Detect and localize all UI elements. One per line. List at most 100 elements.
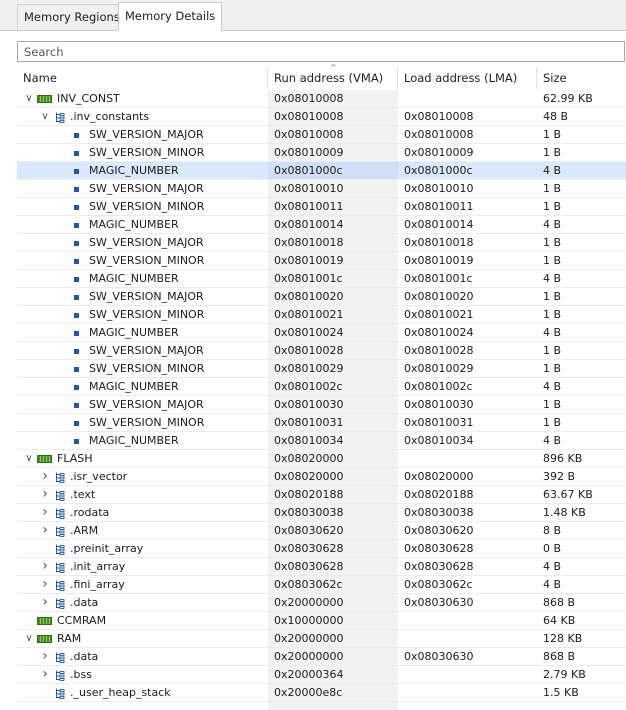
table-row[interactable]: › .data 0x20000000 0x08030630 868 B <box>17 594 626 612</box>
table-row[interactable]: SW_VERSION_MAJOR 0x08010028 0x08010028 1 B <box>17 342 626 360</box>
chevron-right-icon[interactable]: › <box>39 504 51 521</box>
size-cell: 1 B <box>543 308 562 321</box>
run-address-cell: 0x08010008 <box>268 90 398 107</box>
row-name: MAGIC_NUMBER <box>89 218 179 231</box>
table-row[interactable]: SW_VERSION_MAJOR 0x08010008 0x08010008 1 B <box>17 126 626 144</box>
chevron-right-icon[interactable]: › <box>39 468 51 485</box>
column-header-name[interactable]: Name <box>17 67 268 89</box>
load-address-cell: 0x08010009 <box>404 146 474 159</box>
chevron-down-icon[interactable]: ∨ <box>23 630 35 647</box>
table-row[interactable]: › .bss 0x20000364 2.79 KB <box>17 666 626 684</box>
table-row[interactable]: ∨ .inv_constants 0x08010008 0x08010008 48 B <box>17 108 626 126</box>
column-header-lma[interactable]: Load address (LMA) <box>398 67 537 89</box>
table-row[interactable]: SW_VERSION_MINOR 0x08010009 0x08010009 1 B <box>17 144 626 162</box>
load-address-cell: 0x08010014 <box>404 218 474 231</box>
symbol-icon <box>74 133 79 138</box>
table-row[interactable]: › .text 0x08020188 0x08020188 63.67 KB <box>17 486 626 504</box>
row-name: SW_VERSION_MAJOR <box>89 344 204 357</box>
table-row[interactable]: › .rodata 0x08030038 0x08030038 1.48 KB <box>17 504 626 522</box>
name-cell: SW_VERSION_MAJOR <box>17 396 268 413</box>
table-row[interactable]: SW_VERSION_MAJOR 0x08010030 0x08010030 1 B <box>17 396 626 414</box>
table-row[interactable]: SW_VERSION_MINOR 0x08010011 0x08010011 1 B <box>17 198 626 216</box>
chevron-right-icon[interactable]: › <box>39 594 51 611</box>
symbol-icon <box>74 151 79 156</box>
table-row[interactable]: ∨ INV_CONST 0x08010008 62.99 KB <box>17 90 626 108</box>
name-cell: › .ARM <box>17 522 268 539</box>
load-address-cell: 0x08030038 <box>404 506 474 519</box>
run-address-cell: 0x08010034 <box>268 432 398 449</box>
row-name: ._user_heap_stack <box>70 686 171 699</box>
load-address-cell: 0x08030628 <box>404 560 474 573</box>
run-address-cell: 0x20000364 <box>268 666 398 683</box>
run-address-cell: 0x08010008 <box>268 108 398 125</box>
run-address-cell: 0x08010010 <box>268 180 398 197</box>
chevron-right-icon[interactable]: › <box>39 558 51 575</box>
name-cell: SW_VERSION_MINOR <box>17 198 268 215</box>
size-cell: 4 B <box>543 434 562 447</box>
load-address-cell: 0x08030630 <box>404 596 474 609</box>
memory-region-icon <box>37 635 52 643</box>
size-cell: 4 B <box>543 560 562 573</box>
chevron-right-icon[interactable]: › <box>39 486 51 503</box>
table-row[interactable]: MAGIC_NUMBER 0x0801001c 0x0801001c 4 B <box>17 270 626 288</box>
load-address-cell: 0x0801001c <box>404 272 473 285</box>
name-cell: › .data <box>17 594 268 611</box>
chevron-right-icon[interactable]: › <box>39 576 51 593</box>
chevron-right-icon[interactable]: › <box>39 666 51 683</box>
size-cell: 2.79 KB <box>543 668 586 681</box>
table-row[interactable]: MAGIC_NUMBER 0x0801000c 0x0801000c 4 B <box>17 162 626 180</box>
size-cell: 1 B <box>543 254 562 267</box>
row-name: SW_VERSION_MINOR <box>89 308 205 321</box>
table-row[interactable]: › .init_array 0x08030628 0x08030628 4 B <box>17 558 626 576</box>
chevron-down-icon[interactable]: ∨ <box>23 90 35 107</box>
size-cell: 48 B <box>543 110 569 123</box>
run-address-cell: 0x08010029 <box>268 360 398 377</box>
load-address-cell <box>398 90 537 107</box>
table-row[interactable]: SW_VERSION_MINOR 0x08010019 0x08010019 1 B <box>17 252 626 270</box>
row-name: .inv_constants <box>70 110 150 123</box>
table-row[interactable]: SW_VERSION_MINOR 0x08010029 0x08010029 1 B <box>17 360 626 378</box>
table-row[interactable]: SW_VERSION_MAJOR 0x08010020 0x08010020 1 B <box>17 288 626 306</box>
row-name: MAGIC_NUMBER <box>89 164 179 177</box>
table-row[interactable]: › .fini_array 0x0803062c 0x0803062c 4 B <box>17 576 626 594</box>
chevron-right-icon[interactable]: › <box>39 522 51 539</box>
table-row[interactable]: MAGIC_NUMBER 0x0801002c 0x0801002c 4 B <box>17 378 626 396</box>
tab-memory-details[interactable]: Memory Details <box>118 2 223 31</box>
tab-memory-regions[interactable]: Memory Regions <box>17 4 127 29</box>
table-row[interactable]: .preinit_array 0x08030628 0x08030628 0 B <box>17 540 626 558</box>
table-row[interactable]: › .isr_vector 0x08020000 0x08020000 392 B <box>17 468 626 486</box>
column-header-vma[interactable]: ^ Run address (VMA) <box>268 64 398 89</box>
table-row[interactable]: MAGIC_NUMBER 0x08010024 0x08010024 4 B <box>17 324 626 342</box>
table-row[interactable]: CCMRAM 0x10000000 64 KB <box>17 612 626 630</box>
table-row[interactable]: SW_VERSION_MAJOR 0x08010010 0x08010010 1 B <box>17 180 626 198</box>
load-address-cell: 0x08010030 <box>404 398 474 411</box>
table-row[interactable]: MAGIC_NUMBER 0x08010014 0x08010014 4 B <box>17 216 626 234</box>
row-name: SW_VERSION_MINOR <box>89 362 205 375</box>
table-row[interactable]: SW_VERSION_MINOR 0x08010021 0x08010021 1 B <box>17 306 626 324</box>
name-cell: SW_VERSION_MAJOR <box>17 126 268 143</box>
name-cell: › .data <box>17 648 268 665</box>
chevron-down-icon[interactable]: ∨ <box>23 450 35 467</box>
table-row[interactable]: SW_VERSION_MINOR 0x08010031 0x08010031 1 B <box>17 414 626 432</box>
run-address-cell: 0x20000000 <box>268 648 398 665</box>
table-row[interactable]: ∨ RAM 0x20000000 128 KB <box>17 630 626 648</box>
memory-details-tree: ∨ INV_CONST 0x08010008 62.99 KB ∨ .inv_consta… <box>17 90 626 702</box>
name-cell: SW_VERSION_MINOR <box>17 306 268 323</box>
table-row[interactable]: MAGIC_NUMBER 0x08010034 0x08010034 4 B <box>17 432 626 450</box>
table-row[interactable]: SW_VERSION_MAJOR 0x08010018 0x08010018 1 B <box>17 234 626 252</box>
size-cell: 1 B <box>543 236 562 249</box>
table-row[interactable]: ∨ FLASH 0x08020000 896 KB <box>17 450 626 468</box>
name-cell: .preinit_array <box>17 540 268 557</box>
symbol-icon <box>74 295 79 300</box>
column-header-vma-label: Run address (VMA) <box>274 71 384 85</box>
chevron-right-icon[interactable]: › <box>39 648 51 665</box>
chevron-down-icon[interactable]: ∨ <box>39 108 51 125</box>
table-row[interactable]: › .data 0x20000000 0x08030630 868 B <box>17 648 626 666</box>
table-row[interactable]: ._user_heap_stack 0x20000e8c 1.5 KB <box>17 684 626 702</box>
size-cell: 62.99 KB <box>543 92 593 105</box>
search-input[interactable] <box>18 42 624 61</box>
load-address-cell <box>398 612 537 629</box>
size-cell: 4 B <box>543 218 562 231</box>
table-row[interactable]: › .ARM 0x08030620 0x08030620 8 B <box>17 522 626 540</box>
column-header-size[interactable]: Size <box>537 67 626 89</box>
